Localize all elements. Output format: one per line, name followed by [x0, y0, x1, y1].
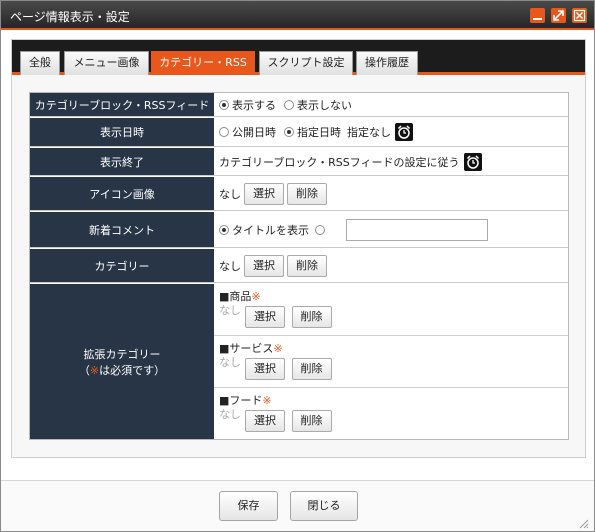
tab-general[interactable]: 全般	[20, 51, 60, 75]
show-radio[interactable]	[219, 99, 229, 110]
icon-image-delete-button[interactable]: 削除	[287, 182, 327, 205]
category-block-label: カテゴリーブロック・RSSフィード	[30, 93, 214, 116]
extended-category-delete-button[interactable]: 削除	[291, 358, 332, 380]
save-button[interactable]: 保存	[219, 491, 278, 521]
dialog-title: ページ情報表示・設定	[10, 10, 130, 24]
category-rss-form: カテゴリーブロック・RSSフィード 表示する 表示しない 表示日時 公開日時 指…	[29, 92, 569, 440]
close-icon[interactable]	[572, 8, 587, 23]
extended-category-select-button[interactable]: 選択	[245, 410, 285, 432]
public-date-label[interactable]: 公開日時	[232, 124, 276, 140]
new-comment-value: タイトルを表示	[214, 212, 568, 247]
show-radio-label[interactable]: 表示する	[232, 97, 276, 113]
category-delete-button[interactable]: 削除	[287, 254, 327, 277]
extended-category-delete-button[interactable]: 削除	[291, 306, 332, 328]
extended-category-buttons: 選択 削除	[242, 306, 332, 328]
extended-category-buttons: 選択 削除	[242, 410, 332, 432]
tab-operation-history[interactable]: 操作履歴	[356, 51, 418, 75]
category-block-row: カテゴリーブロック・RSSフィード 表示する 表示しない	[30, 93, 568, 117]
show-title-label[interactable]: タイトルを表示	[232, 222, 309, 238]
extended-category-item: ■商品※ なし 選択 削除	[214, 284, 568, 336]
new-comment-row: 新着コメント タイトルを表示	[30, 212, 568, 248]
category-block-value: 表示する 表示しない	[214, 93, 568, 116]
start-date-text: 指定なし	[347, 126, 391, 139]
end-date-row: 表示終了 カテゴリーブロック・RSSフィードの設定に従う	[30, 148, 568, 176]
extended-category-title: 拡張カテゴリー	[83, 347, 161, 361]
specified-date-label[interactable]: 指定日時	[297, 124, 341, 140]
icon-image-value: なし 選択 削除	[214, 177, 568, 210]
title-bar[interactable]: ページ情報表示・設定	[1, 1, 594, 30]
extended-category-row: 拡張カテゴリー （※は必須です） ■商品※ なし 選択 削除 ■サービス※ なし…	[30, 284, 568, 439]
expand-icon[interactable]	[551, 8, 566, 23]
tab-menu-image[interactable]: メニュー画像	[64, 51, 149, 75]
close-button[interactable]: 閉じる	[290, 491, 358, 521]
category-select-button[interactable]: 選択	[244, 254, 284, 277]
icon-image-row: アイコン画像 なし 選択 削除	[30, 177, 568, 211]
dialog-footer: 保存 閉じる	[1, 480, 594, 531]
end-date-text: カテゴリーブロック・RSSフィードの設定に従う	[219, 155, 460, 169]
start-date-value: 公開日時 指定日時 指定なし	[214, 118, 568, 146]
extended-category-delete-button[interactable]: 削除	[291, 410, 332, 432]
settings-panel: 全般 メニュー画像 カテゴリー・RSS スクリプト設定 操作履歴 カテゴリーブロ…	[11, 39, 586, 458]
extended-category-buttons: 選択 削除	[242, 358, 332, 380]
icon-image-text: なし	[219, 187, 241, 201]
alarm-clock-icon[interactable]	[463, 152, 482, 171]
extended-category-value: なし	[219, 356, 241, 369]
tab-script-settings[interactable]: スクリプト設定	[259, 51, 353, 75]
tab-bar: 全般 メニュー画像 カテゴリー・RSS スクリプト設定 操作履歴	[12, 40, 585, 75]
category-label: カテゴリー	[30, 249, 214, 282]
hide-radio-label[interactable]: 表示しない	[297, 97, 352, 113]
extended-category-note: （※は必須です）	[78, 363, 166, 377]
category-row: カテゴリー なし 選択 削除	[30, 249, 568, 283]
resize-grip-icon[interactable]	[577, 517, 589, 529]
end-date-label: 表示終了	[30, 148, 214, 175]
extended-category-item: ■サービス※ なし 選択 削除	[214, 336, 568, 388]
category-text: なし	[219, 259, 241, 273]
comment-text-input[interactable]	[346, 218, 488, 241]
extended-category-select-button[interactable]: 選択	[245, 306, 285, 328]
hide-radio[interactable]	[284, 99, 294, 110]
extended-category-item: ■フード※ なし 選択 削除	[214, 388, 568, 439]
extended-category-select-button[interactable]: 選択	[245, 358, 285, 380]
category-value: なし 選択 削除	[214, 249, 568, 282]
minimize-icon[interactable]	[530, 8, 545, 23]
page-info-dialog: ページ情報表示・設定 全般 メニュー画像 カテゴリー・RSS スクリプト設定 操…	[0, 0, 595, 532]
new-comment-label: 新着コメント	[30, 212, 214, 247]
icon-image-label: アイコン画像	[30, 177, 214, 210]
custom-text-radio[interactable]	[315, 224, 325, 235]
public-date-radio[interactable]	[219, 127, 229, 137]
start-date-row: 表示日時 公開日時 指定日時 指定なし	[30, 118, 568, 147]
icon-image-select-button[interactable]: 選択	[244, 182, 284, 205]
tab-category-rss[interactable]: カテゴリー・RSS	[151, 51, 255, 75]
alarm-clock-icon[interactable]	[395, 123, 413, 141]
extended-category-value: なし	[219, 408, 241, 421]
start-date-label: 表示日時	[30, 118, 214, 146]
specified-date-radio[interactable]	[284, 127, 294, 137]
show-title-radio[interactable]	[219, 224, 229, 235]
extended-category-label: 拡張カテゴリー （※は必須です）	[30, 284, 214, 439]
end-date-value: カテゴリーブロック・RSSフィードの設定に従う	[214, 148, 568, 175]
extended-category-value: なし	[219, 304, 241, 317]
